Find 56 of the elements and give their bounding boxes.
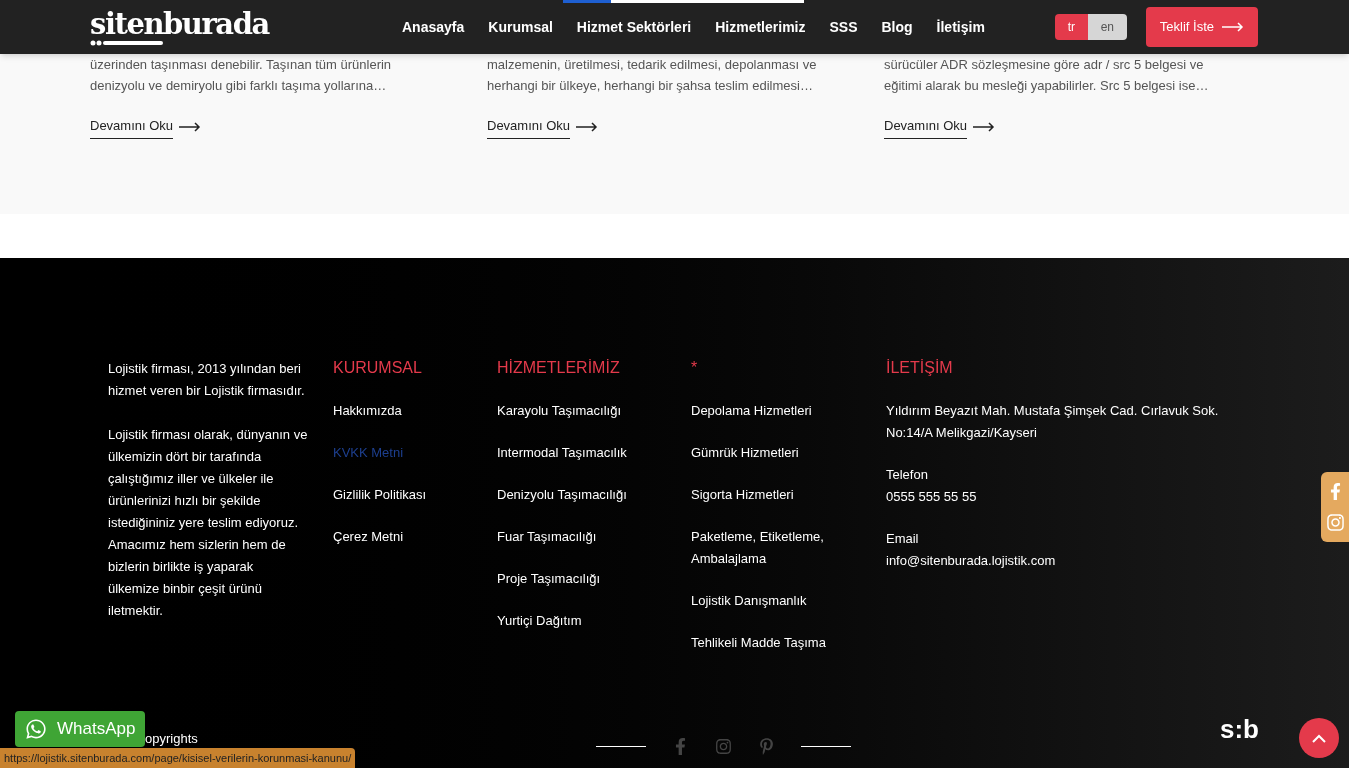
phone-number: 0555 555 55 55 — [886, 488, 978, 506]
nav-link[interactable]: Kurumsal — [488, 16, 553, 38]
footer-link[interactable]: Lojistik Danışmanlık — [691, 590, 841, 612]
nav-link[interactable]: Hizmetlerimiz — [715, 16, 806, 38]
status-bar-url: https://lojistik.sitenburada.com/page/kisisel-verilerin-korunmasi-kanunu/ — [0, 748, 356, 768]
footer-link[interactable]: Tehlikeli Madde Taşıma — [691, 632, 841, 654]
arrow-icon — [1222, 22, 1244, 32]
card-excerpt: sürücüler ADR sözleşmesine göre adr / src 5 belgesi ve eğitimi alarak bu mesleği yapabilirler. Src 5 belgesi ise… — [884, 56, 1210, 95]
language-toggle[interactable]: tr — [1054, 14, 1088, 40]
footer-link[interactable]: Denizyolu Taşımacılığı — [497, 484, 647, 506]
footer-link[interactable]: Hakkımızda — [333, 400, 483, 422]
nav-link[interactable]: Blog — [881, 16, 913, 38]
copyright-text: opyrights — [145, 732, 198, 746]
logo[interactable]: sitenburada — [90, 8, 269, 39]
nav-link[interactable]: SSS — [829, 16, 858, 38]
nav-link[interactable]: Anasayfa — [402, 16, 465, 38]
nav-link[interactable]: Hizmet Sektörleri — [576, 16, 692, 38]
footer-link[interactable]: Çerez Metni — [333, 526, 483, 548]
read-more-link[interactable]: Devamını Oku — [884, 116, 996, 139]
footer-link[interactable]: Gümrük Hizmetleri — [691, 442, 841, 464]
footer-link[interactable]: Depolama Hizmetleri — [691, 400, 841, 422]
column-heading: HİZMETLERİMİZ — [497, 358, 621, 378]
quote-button[interactable]: Teklif İste — [1145, 7, 1258, 47]
read-more-link[interactable]: Devamını Oku — [90, 116, 202, 139]
card-excerpt: üzerinden taşınması denebilir. Taşınan tüm ürünlerin denizyolu ve demiryolu gibi farklı taşıma yollarına… — [90, 56, 393, 95]
instagram-icon[interactable] — [715, 738, 732, 755]
small-logo: s:b — [1220, 716, 1259, 742]
address-text: Yıldırım Beyazıt Mah. Mustafa Şimşek Cad. Cırlavuk Sok. No:14/A Melikgazi/Kayseri — [886, 402, 1220, 442]
column-heading: * — [691, 358, 699, 378]
about-text: Lojistik firması, 2013 yılından beri hizmet veren bir Lojistik firmasıdır. — [108, 360, 306, 400]
email-address: info@sitenburada.lojistik.com — [886, 552, 1057, 570]
chevron-up-icon — [1312, 733, 1326, 743]
arrow-icon — [973, 122, 996, 133]
arrow-icon — [576, 122, 599, 133]
email-label: Email — [886, 530, 920, 548]
column-heading: İLETİŞİM — [886, 358, 954, 378]
footer-link[interactable]: Sigorta Hizmetleri — [691, 484, 841, 506]
pinterest-icon[interactable] — [758, 738, 775, 755]
instagram-icon[interactable] — [1325, 512, 1345, 532]
footer-link[interactable]: Fuar Taşımacılığı — [497, 526, 647, 548]
footer-link[interactable]: Proje Taşımacılığı — [497, 568, 647, 590]
logo-underline-icon — [90, 39, 164, 46]
arrow-icon — [179, 122, 202, 133]
footer-link[interactable]: Yurtiçi Dağıtım — [497, 610, 647, 632]
footer-link[interactable]: Karayolu Taşımacılığı — [497, 400, 647, 422]
language-toggle[interactable]: en — [1087, 14, 1127, 40]
footer-link[interactable]: Intermodal Taşımacılık — [497, 442, 647, 464]
card-excerpt: malzemenin, üretilmesi, tedarik edilmesi, depolanması ve herhangi bir ülkeye, herhangi bir şahsa teslim edilmesi… — [487, 56, 818, 95]
nav-link[interactable]: İletişim — [936, 16, 985, 38]
column-heading: KURUMSAL — [333, 358, 423, 378]
read-more-link[interactable]: Devamını Oku — [487, 116, 599, 139]
phone-label: Telefon — [886, 466, 929, 484]
footer-link[interactable]: Gizlilik Politikası — [333, 484, 483, 506]
footer-link[interactable]: Paketleme, Etiketleme, Ambalajlama — [691, 526, 841, 570]
about-text: Lojistik firması olarak, dünyanın ve ülkemizin dört bir tarafında çalıştığımız iller ve ülkeler ile ürünlerinizi hızlı bir şekilde istediğininiz yere teslim ediyoruz. Amacımız hem sizlerin hem de bizlerin birlikte iş yaparak ülkemize binbir çeşit ürünü iletmektir. — [108, 426, 308, 620]
whatsapp-icon — [25, 718, 47, 740]
